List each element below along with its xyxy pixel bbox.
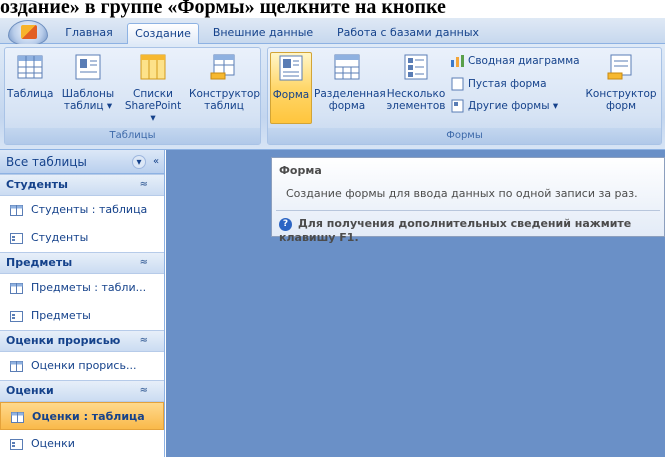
nav-item-students-form[interactable]: Студенты [0,224,164,252]
tooltip-help-text: Для получения дополнительных сведений на… [279,217,632,244]
nav-header[interactable]: Все таблицы ▾ « [0,150,164,174]
nav-item-label: Студенты : таблица [31,203,148,216]
nav-dropdown-icon[interactable]: ▾ [132,155,146,169]
nav-item-label: Предметы : табли... [31,281,147,294]
pivot-chart-button[interactable]: Сводная диаграмма [450,52,580,70]
table-button-label: Таблица [7,88,54,100]
ribbon: Таблица Шаблоны таблиц ▾ Списки SharePoi… [0,44,665,150]
table-templates-icon [75,54,101,80]
table-templates-label2: таблиц ▾ [63,100,113,112]
table-templates-label: Шаблоны [61,88,115,100]
table-designer-button[interactable]: Конструктор таблиц [189,52,261,112]
nav-item-grades-table[interactable]: Оценки : таблица [0,402,164,430]
pivot-chart-label: Сводная диаграмма [468,55,580,67]
table-designer-label2: таблиц [204,100,244,112]
tab-create[interactable]: Создание [127,23,199,45]
tooltip-separator [276,210,660,211]
nav-group-title: Студенты [6,178,68,191]
chevron-up-icon: ≈ [139,257,148,268]
tab-home[interactable]: Главная [60,23,118,44]
nav-group-title: Оценки прорисью [6,334,121,347]
more-forms-button[interactable]: Другие формы ▾ [450,97,558,115]
blank-form-label: Пустая форма [468,78,547,90]
nav-item-grades-words-table[interactable]: Оценки прорись... [0,352,164,380]
nav-group-students[interactable]: Студенты ≈ [0,174,164,196]
table-designer-label: Конструктор [189,88,261,100]
more-forms-icon [451,99,464,113]
sharepoint-list-icon [140,54,166,80]
table-icon [10,204,23,216]
blank-form-button[interactable]: Пустая форма [450,75,547,93]
nav-collapse-icon[interactable]: « [149,155,163,169]
multiple-items-button[interactable]: Несколько элементов [383,52,449,112]
sharepoint-lists-label: Списки [133,88,173,100]
nav-item-label: Оценки : таблица [32,410,145,423]
more-forms-label: Другие формы ▾ [468,100,559,112]
navigation-pane: Все таблицы ▾ « Студенты ≈ Студенты : та… [0,150,165,457]
multiple-items-label: Несколько [386,88,446,100]
help-icon: ? [279,217,292,231]
chevron-up-icon: ≈ [139,385,148,396]
table-icon [17,55,43,79]
sharepoint-lists-button[interactable]: Списки SharePoint ▾ [121,52,185,124]
split-form-button[interactable]: Разделенная форма [314,52,386,112]
nav-group-title: Предметы [6,256,73,269]
form-button-label: Форма [272,89,310,101]
blank-form-icon [451,77,464,91]
office-button[interactable] [8,20,48,46]
nav-item-label: Оценки [31,437,75,450]
tab-external-data[interactable]: Внешние данные [209,23,317,44]
table-templates-button[interactable]: Шаблоны таблиц ▾ [59,52,117,112]
tab-database-tools[interactable]: Работа с базами данных [328,23,488,44]
multiple-items-label2: элементов [386,100,446,112]
form-icon [279,55,303,81]
office-logo-icon [21,25,37,39]
table-designer-icon [210,54,235,80]
nav-group-grades[interactable]: Оценки ≈ [0,380,164,402]
chevron-up-icon: ≈ [139,335,148,346]
form-tooltip: Форма Создание формы для ввода данных по… [271,157,665,244]
group-tables: Таблица Шаблоны таблиц ▾ Списки SharePoi… [4,47,261,145]
split-form-label: Разделенная [314,88,386,100]
split-form-icon [334,54,360,80]
nav-item-label: Студенты [31,231,89,244]
nav-item-subjects-table[interactable]: Предметы : табли... [0,274,164,302]
caption-text: оздание» в группе «Формы» щелкните на кн… [0,0,446,18]
form-icon [10,438,23,450]
split-form-label2: форма [328,100,366,112]
nav-group-grades-words[interactable]: Оценки прорисью ≈ [0,330,164,352]
form-designer-icon [607,54,632,80]
form-icon [10,232,23,244]
nav-item-label: Оценки прорись... [31,359,137,372]
tooltip-help: ? Для получения дополнительных сведений н… [279,217,664,244]
nav-item-subjects-form[interactable]: Предметы [0,302,164,330]
group-forms-title: Формы [268,128,661,144]
chevron-up-icon: ≈ [139,179,148,190]
nav-group-title: Оценки [6,384,54,397]
form-button[interactable]: Форма [270,52,312,124]
sharepoint-lists-label2: SharePoint ▾ [124,100,182,124]
form-designer-label2: форм [606,100,636,112]
tooltip-description: Создание формы для ввода данных по одной… [286,187,638,200]
group-tables-title: Таблицы [5,128,260,144]
ribbon-tab-row: Главная Создание Внешние данные Работа с… [0,18,665,46]
pivot-chart-icon [451,55,464,67]
form-designer-button[interactable]: Конструктор форм [584,52,658,112]
table-button[interactable]: Таблица [7,52,53,100]
nav-item-label: Предметы [31,309,91,322]
group-forms: Форма Разделенная форма Несколько элемен [267,47,662,145]
form-designer-label: Конструктор [585,88,657,100]
nav-header-label: Все таблицы [6,155,87,169]
multiple-items-icon [404,54,428,80]
nav-item-students-table[interactable]: Студенты : таблица [0,196,164,224]
table-icon [11,411,24,423]
table-icon [10,282,23,294]
table-icon [10,360,23,372]
tooltip-title: Форма [279,164,322,177]
nav-group-subjects[interactable]: Предметы ≈ [0,252,164,274]
nav-item-grades-form[interactable]: Оценки [0,430,164,457]
form-icon [10,310,23,322]
